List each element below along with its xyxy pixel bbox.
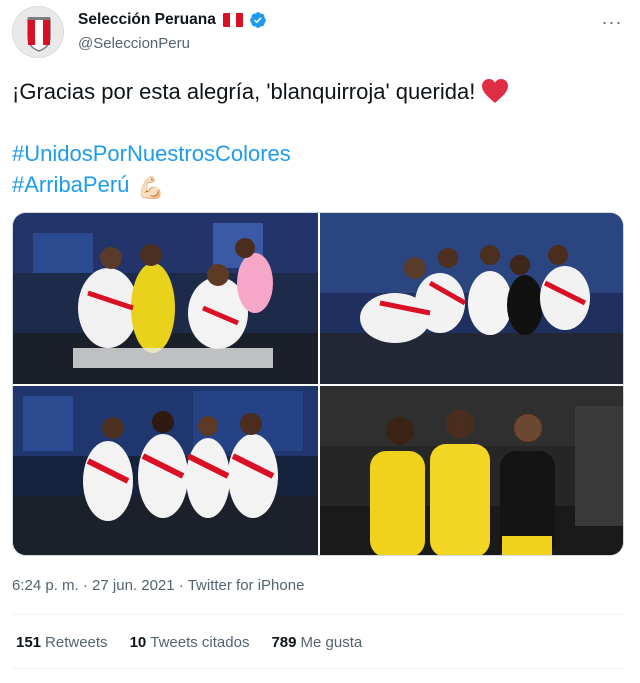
retweets-count: 151: [16, 634, 42, 651]
hashtag-link[interactable]: #UnidosPorNuestrosColores: [12, 138, 622, 169]
more-options-icon[interactable]: ···: [600, 10, 624, 34]
flexed-biceps-icon: 💪🏻: [137, 175, 165, 200]
meta-separator: ·: [78, 577, 93, 594]
divider: [12, 668, 624, 669]
meta-separator: ·: [174, 577, 188, 594]
tweet-text: ¡Gracias por esta alegría, 'blanquirroja…: [12, 76, 622, 203]
peru-flag-icon: [222, 13, 243, 27]
likes-count: 789: [271, 634, 297, 651]
quote-tweets-stat[interactable]: 10 Tweets citados: [130, 634, 250, 651]
media-grid: [12, 212, 624, 556]
quotes-label: Tweets citados: [150, 634, 250, 651]
verified-badge-icon: [249, 12, 266, 28]
tweet-message: ¡Gracias por esta alegría, 'blanquirroja…: [12, 79, 476, 104]
tweet-date[interactable]: 27 jun. 2021: [92, 577, 175, 594]
team-photo-1[interactable]: [13, 213, 318, 384]
name-row: Selección Peruana: [78, 11, 267, 29]
team-photo-2[interactable]: [320, 213, 623, 384]
likes-stat[interactable]: 789 Me gusta: [271, 634, 362, 651]
retweets-stat[interactable]: 151 Retweets: [16, 634, 108, 651]
team-photo-3[interactable]: [13, 386, 318, 555]
likes-label: Me gusta: [300, 634, 363, 651]
avatar[interactable]: [12, 6, 64, 58]
team-photo-4[interactable]: [320, 386, 623, 555]
tweet-line-1: ¡Gracias por esta alegría, 'blanquirroja…: [12, 76, 622, 107]
peru-crest-icon: [13, 7, 63, 57]
red-heart-icon: [482, 79, 509, 103]
tweet-line-4: #ArribaPerú 💪🏻: [12, 169, 622, 203]
divider: [12, 614, 624, 615]
hashtag-link[interactable]: #ArribaPerú: [12, 172, 129, 197]
retweets-label: Retweets: [45, 634, 108, 651]
tweet-time[interactable]: 6:24 p. m.: [12, 577, 79, 594]
tweet-source[interactable]: Twitter for iPhone: [188, 577, 305, 594]
tweet-header: Selección Peruana @SeleccionPeru ···: [12, 6, 628, 60]
tweet-stats: 151 Retweets 10 Tweets citados 789 Me gusta: [16, 634, 362, 651]
tweet-meta: 6:24 p. m. · 27 jun. 2021 · Twitter for …: [12, 577, 304, 594]
user-handle[interactable]: @SeleccionPeru: [78, 35, 190, 52]
quotes-count: 10: [129, 634, 147, 651]
display-name[interactable]: Selección Peruana: [78, 11, 216, 29]
